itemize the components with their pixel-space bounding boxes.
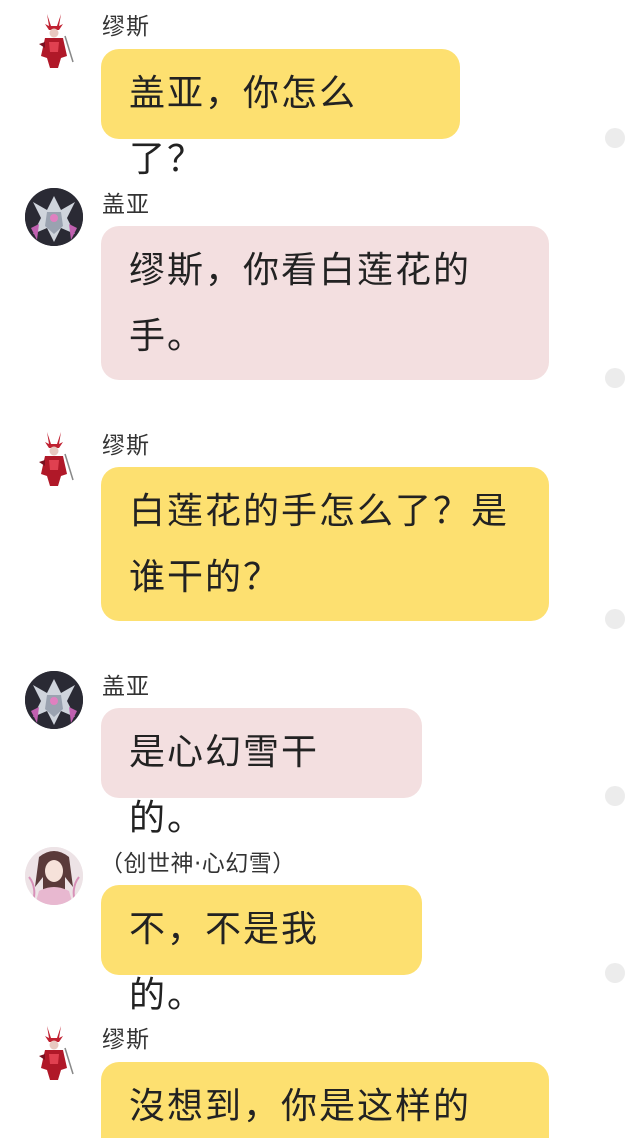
message-bubble[interactable]: 盖亚，你怎么了？: [101, 49, 460, 180]
message-bubble[interactable]: 是心幻雪干的。: [101, 708, 422, 839]
chat-thread: 缪斯 盖亚，你怎么了？ 盖亚 缪斯，你看白莲花的手。 缪斯 白莲花的手怎么了？是…: [0, 0, 640, 1138]
message-status-dot: [605, 609, 625, 629]
sender-name: 盖亚: [102, 674, 150, 700]
sender-name: 盖亚: [102, 192, 150, 218]
red-warrior-avatar-icon[interactable]: [25, 430, 83, 488]
red-warrior-avatar-icon[interactable]: [25, 12, 83, 70]
sender-name: 缪斯: [102, 433, 150, 459]
red-warrior-avatar-icon[interactable]: [25, 1024, 83, 1082]
message-status-dot: [605, 368, 625, 388]
sender-name: （创世神·心幻雪）: [100, 851, 296, 877]
silver-armored-avatar-icon[interactable]: [25, 188, 83, 246]
message-bubble[interactable]: 白莲花的手怎么了？是谁干的？: [101, 467, 549, 621]
message-bubble[interactable]: 沒想到，你是这样的: [101, 1062, 549, 1138]
message-bubble[interactable]: 缪斯，你看白莲花的手。: [101, 226, 549, 380]
sender-name: 缪斯: [102, 1027, 150, 1053]
message-status-dot: [605, 128, 625, 148]
message-status-dot: [605, 963, 625, 983]
message-status-dot: [605, 786, 625, 806]
message-bubble[interactable]: 不，不是我的。: [101, 885, 422, 1016]
pale-anime-avatar-icon[interactable]: [25, 847, 83, 905]
sender-name: 缪斯: [102, 14, 150, 40]
silver-armored-avatar-icon[interactable]: [25, 671, 83, 729]
